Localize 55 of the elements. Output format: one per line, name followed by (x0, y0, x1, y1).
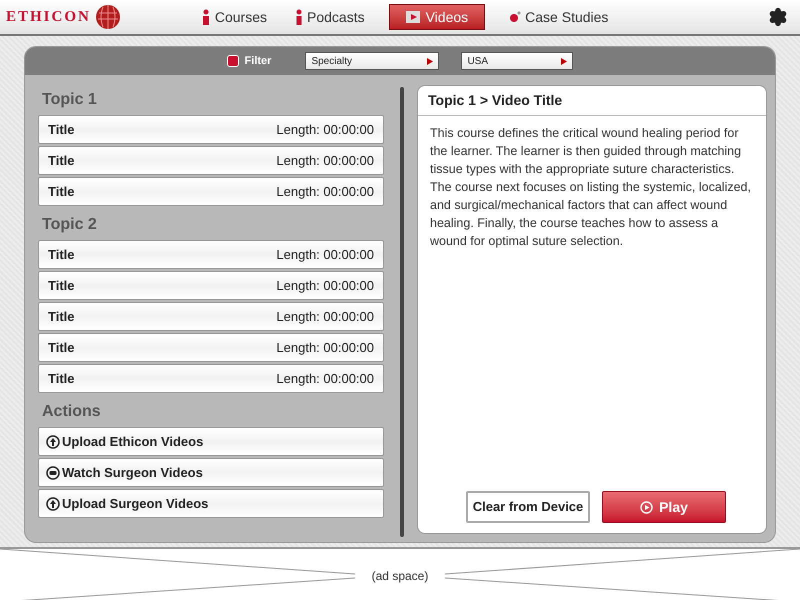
dropdown[interactable]: Specialty (305, 52, 440, 70)
video-length: Length: 00:00:00 (276, 370, 374, 388)
upload-icon (46, 434, 60, 448)
description: This course defines the critical wound healing period for the learner. The learner is then guided through matching tissue types with the appropriate suture characteristics. The course next focuses on listing the systemic, localized, and surgical/mechanical factors that can affect wound healing. Finally, the course teaches how to assess a wound for optimal suture selection. (429, 125, 752, 250)
video-length: Length: 00:00:00 (276, 308, 374, 326)
upload-icon (46, 496, 60, 510)
nav-tab[interactable]: Courses (196, 4, 271, 30)
video-row[interactable]: Title Length: 00:00:00 (38, 240, 384, 269)
caret-icon (561, 58, 568, 64)
video-title: Title (48, 276, 74, 295)
video-row[interactable]: Title Length: 00:00:00 (38, 333, 384, 362)
dropdown[interactable]: USA (461, 52, 574, 70)
globe-icon (94, 4, 121, 30)
video-title: Title (48, 120, 74, 139)
video-length: Length: 00:00:00 (276, 120, 374, 139)
play-button[interactable]: Play (602, 491, 726, 523)
logo: ETHICON (6, 8, 91, 27)
video-length: Length: 00:00:00 (276, 338, 374, 357)
dot-icon (509, 11, 522, 23)
action-button[interactable]: Upload Ethicon Videos (38, 427, 384, 456)
filter-label: Filter (244, 54, 272, 69)
caret-icon (427, 58, 434, 64)
actions-heading: Actions (41, 402, 102, 422)
video-length: Length: 00:00:00 (276, 276, 374, 295)
video-row[interactable]: Title Length: 00:00:00 (38, 302, 384, 331)
video-title: Title (48, 246, 74, 264)
video-title: Title (48, 370, 74, 388)
video-title: Title (48, 338, 74, 357)
video-title: Title (48, 152, 74, 170)
video-row[interactable]: Title Length: 00:00:00 (38, 177, 384, 206)
video-row[interactable]: Title Length: 00:00:00 (38, 271, 384, 300)
video-length: Length: 00:00:00 (276, 182, 374, 201)
filter-checkbox[interactable] (226, 55, 239, 67)
video-title: Title (48, 308, 74, 326)
ad-label: (ad space) (370, 568, 430, 584)
info-icon (295, 9, 303, 25)
video-length: Length: 00:00:00 (276, 246, 374, 264)
video-row[interactable]: Title Length: 00:00:00 (38, 115, 384, 144)
settings-icon[interactable] (768, 7, 788, 27)
action-button[interactable]: Upload Surgeon Videos (38, 489, 384, 518)
play-icon (640, 500, 654, 514)
video-row[interactable]: Title Length: 00:00:00 (38, 364, 384, 393)
film-icon (406, 10, 422, 24)
scrollbar[interactable] (400, 87, 404, 537)
topic-heading: Topic 2 (41, 215, 98, 235)
video-row[interactable]: Title Length: 00:00:00 (38, 146, 384, 175)
nav-tab[interactable]: Case Studies (505, 4, 612, 30)
topic-heading: Topic 1 (41, 90, 98, 110)
action-button[interactable]: Watch Surgeon Videos (38, 458, 384, 487)
clear-button[interactable]: Clear from Device (466, 491, 590, 523)
video-title: Title (48, 182, 74, 201)
nav-tab[interactable]: Videos (388, 4, 486, 30)
detail-title: Topic 1 > Video Title (418, 86, 766, 116)
video-length: Length: 00:00:00 (276, 152, 374, 170)
nav-tab[interactable]: Podcasts (291, 4, 369, 30)
